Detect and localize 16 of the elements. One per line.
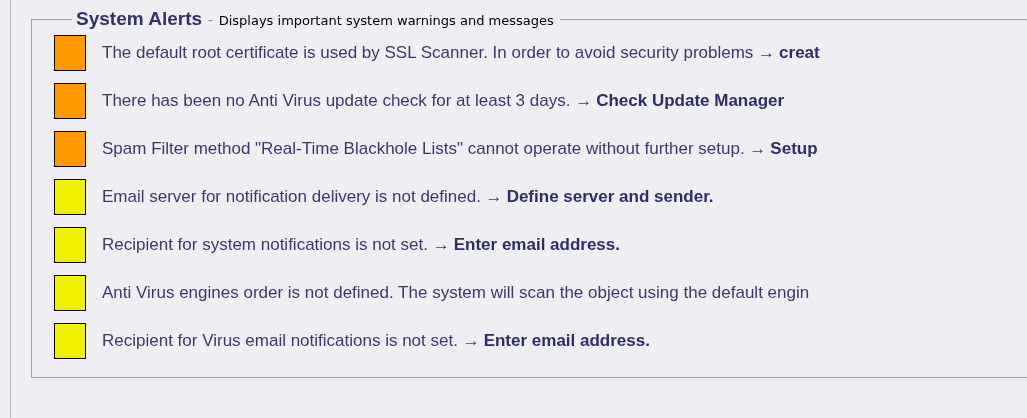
alert-message: Spam Filter method "Real-Time Blackhole Lists" cannot operate without further setup. → Setup	[102, 139, 818, 159]
panel-subtitle: Displays important system warnings and messages	[218, 13, 554, 28]
title-separator: -	[208, 12, 213, 28]
alert-message: Recipient for Virus email notifications is not set. → Enter email address.	[102, 331, 650, 351]
alert-link[interactable]: creat	[779, 43, 820, 62]
alert-message: There has been no Anti Virus update check for at least 3 days. → Check Update Manager	[102, 91, 785, 111]
alert-message: Email server for notification delivery is not defined. → Define server and sender.	[102, 187, 714, 207]
alert-link[interactable]: Enter email address.	[453, 235, 620, 254]
alert-message: The default root certificate is used by SSL Scanner. In order to avoid security problems → creat	[102, 43, 820, 63]
alert-link[interactable]: Define server and sender.	[506, 187, 714, 206]
alert-link[interactable]: Setup	[770, 139, 818, 158]
alert-link[interactable]: Check Update Manager	[596, 91, 785, 110]
panel-title: System Alerts	[76, 8, 203, 30]
alert-link[interactable]: Enter email address.	[483, 331, 650, 350]
alert-message: Recipient for system notifications is not set. → Enter email address.	[102, 235, 620, 255]
alert-message: Anti Virus engines order is not defined. The system will scan the object using the default engin	[102, 283, 810, 303]
